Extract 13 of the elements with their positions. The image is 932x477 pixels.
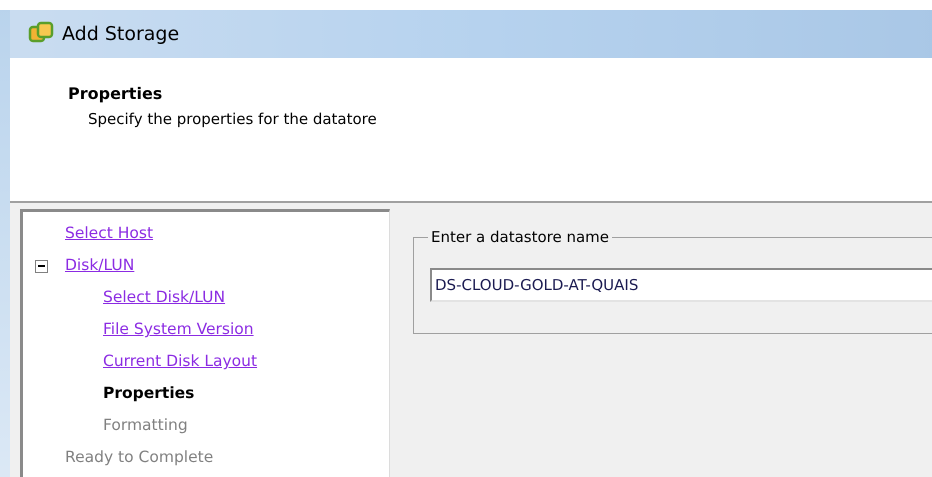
datastore-name-field[interactable]: DS-CLOUD-GOLD-AT-QUAIS <box>430 268 932 302</box>
current-step: Properties <box>103 382 194 406</box>
page-heading: Properties <box>68 83 162 105</box>
collapse-toggle-icon[interactable] <box>35 260 48 272</box>
step-link[interactable]: File System Version <box>103 318 254 342</box>
pending-step: Ready to Complete <box>65 446 214 470</box>
step-link[interactable]: Select Host <box>65 222 154 246</box>
page-subtitle: Specify the properties for the datatore <box>88 109 377 130</box>
step-link[interactable]: Current Disk Layout <box>103 350 258 374</box>
pending-step: Formatting <box>103 414 188 438</box>
window-title: Add Storage <box>62 22 180 47</box>
step-link[interactable]: Disk/LUN <box>65 254 134 278</box>
step-link[interactable]: Select Disk/LUN <box>103 286 226 310</box>
